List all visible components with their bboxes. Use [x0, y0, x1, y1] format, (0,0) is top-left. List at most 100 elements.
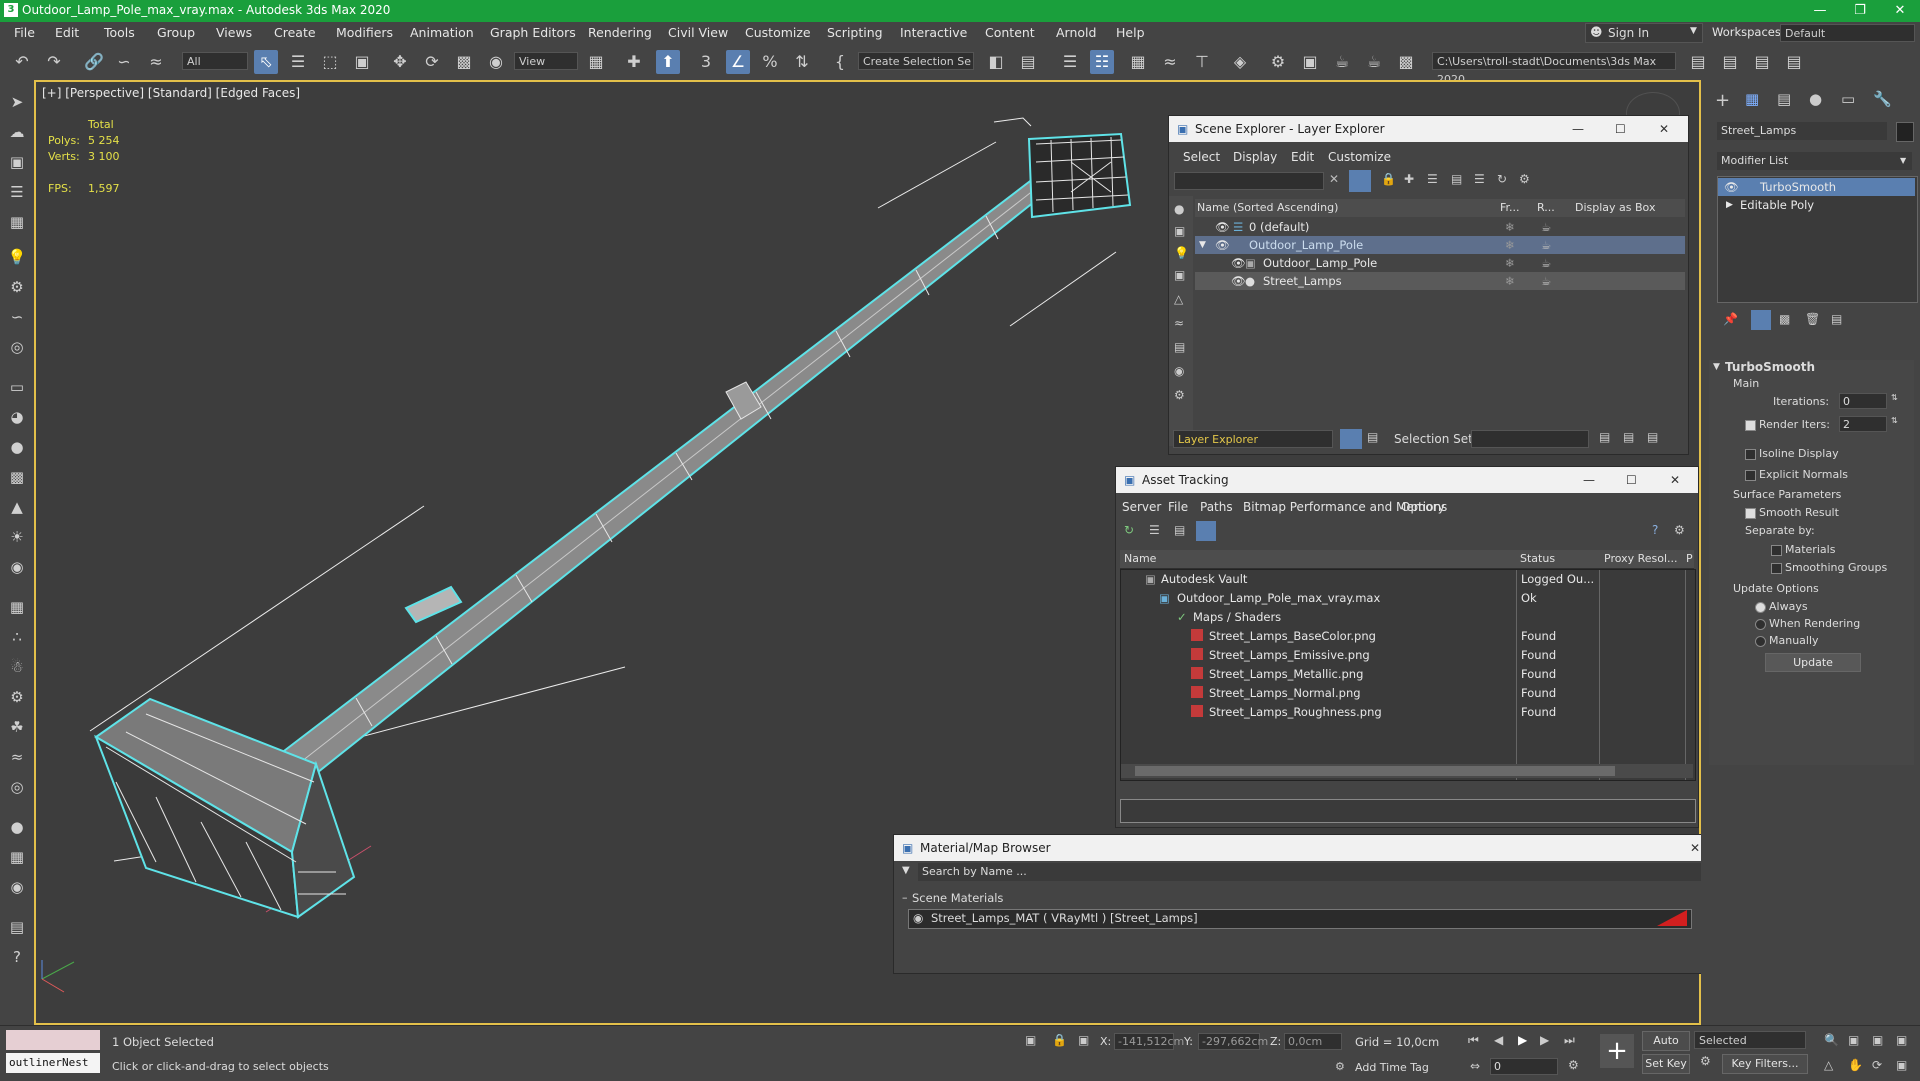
close-icon[interactable]: ✕ [1690, 835, 1700, 861]
visibility-eye-icon[interactable]: 👁 [1215, 218, 1230, 236]
render-setup-icon[interactable]: ⚙ [1266, 50, 1290, 74]
freeze-icon[interactable]: ❄ [1505, 218, 1515, 236]
project-folder-icon[interactable]: ▤ [1686, 50, 1710, 74]
display-spacewarps-icon[interactable]: ≈ [1174, 316, 1184, 330]
select-set-icon[interactable]: ▤ [1599, 430, 1610, 444]
display-helpers-icon[interactable]: △ [1174, 292, 1183, 306]
stack-item-turbosmooth[interactable]: 👁 TurboSmooth [1718, 178, 1915, 196]
select-by-name-icon[interactable]: ☰ [286, 50, 310, 74]
menu-paths[interactable]: Paths [1200, 500, 1233, 514]
menu-content[interactable]: Content [985, 25, 1035, 40]
asset-row[interactable]: ▣ Outdoor_Lamp_Pole_max_vray.max Ok [1121, 589, 1695, 607]
mirror-icon[interactable]: ◧ [984, 50, 1008, 74]
maxscript-listener-field[interactable]: outlinerNest [6, 1053, 100, 1073]
asset-row[interactable]: Street_Lamps_BaseColor.png Found [1121, 627, 1695, 645]
menu-display[interactable]: Display [1233, 150, 1277, 164]
rollout-title[interactable]: TurboSmooth [1725, 360, 1815, 374]
percent-snap-icon[interactable]: % [758, 50, 782, 74]
menu-create[interactable]: Create [274, 25, 316, 40]
table-icon[interactable]: ▦ [5, 210, 29, 234]
project-folder-dropdown[interactable]: C:\Users\troll-stadt\Documents\3ds Max 2… [1432, 52, 1676, 86]
window-crossing-icon[interactable]: ▣ [350, 50, 374, 74]
hierarchy-icon[interactable]: ▤ [1451, 172, 1462, 186]
hair-icon[interactable]: ≈ [5, 745, 29, 769]
freeze-icon[interactable]: ❄ [1505, 236, 1515, 254]
asset-row[interactable]: ▣ Autodesk Vault Logged Ou... [1121, 570, 1695, 588]
asset-row[interactable]: Street_Lamps_Emissive.png Found [1121, 646, 1695, 664]
previous-frame-icon[interactable]: ◀ [1494, 1033, 1503, 1047]
spinner-arrows-icon[interactable]: ⇅ [1891, 416, 1898, 425]
toggle-ribbon-icon[interactable]: ▦ [1126, 50, 1150, 74]
snaps-toggle-icon[interactable]: 3 [694, 50, 718, 74]
minimize-icon[interactable]: — [1800, 0, 1840, 22]
show-end-result-icon[interactable] [1751, 310, 1771, 330]
column-name[interactable]: Name [1124, 552, 1156, 565]
chevron-down-icon[interactable]: ▼ [902, 865, 910, 876]
layers-icon[interactable]: ☰ [5, 180, 29, 204]
script-listener-mini-pink[interactable] [6, 1030, 100, 1050]
expand-arrow-icon[interactable]: ▼ [1199, 236, 1206, 254]
cylinder-icon[interactable]: ▩ [5, 465, 29, 489]
render-sphere-icon[interactable]: ● [5, 815, 29, 839]
goto-start-icon[interactable]: ⏮ [1468, 1033, 1479, 1048]
select-object-icon[interactable]: ⬁ [254, 50, 278, 74]
object-row[interactable]: 👁 ● Street_Lamps ❄ ☕ [1195, 272, 1685, 290]
menu-civil-view[interactable]: Civil View [668, 25, 728, 40]
particles-icon[interactable]: ∴ [5, 625, 29, 649]
cone-icon[interactable]: ▲ [5, 495, 29, 519]
key-selection-dropdown[interactable]: Selected [1694, 1031, 1806, 1049]
when-rendering-radio[interactable] [1755, 617, 1770, 630]
configure-sets-icon[interactable]: ▤ [1831, 312, 1842, 326]
expand-arrow-icon[interactable]: ▶ [1726, 196, 1733, 214]
menu-tools[interactable]: Tools [104, 25, 135, 40]
create-tab-icon[interactable]: + [1715, 90, 1730, 111]
reference-coordinate-dropdown[interactable]: View [514, 52, 578, 70]
torus-icon[interactable]: ◉ [5, 555, 29, 579]
select-manipulate-icon[interactable]: ✚ [622, 50, 646, 74]
menu-options[interactable]: Options [1401, 500, 1447, 514]
align-icon[interactable]: ▤ [1016, 50, 1040, 74]
column-p[interactable]: P [1686, 552, 1693, 565]
maximize-icon[interactable]: ☐ [1615, 116, 1626, 142]
link-icon[interactable]: 🔗 [82, 50, 106, 74]
undo-icon[interactable]: ↶ [10, 50, 34, 74]
render-teapot-icon[interactable]: ☕ [1541, 272, 1551, 290]
edit-named-selection-icon[interactable]: { [828, 50, 852, 74]
column-display-as-box[interactable]: Display as Box [1575, 201, 1655, 214]
zoom-icon[interactable]: 🔍 [1824, 1033, 1839, 1047]
grid-icon[interactable]: ▦ [5, 595, 29, 619]
cloth-icon[interactable]: ◎ [5, 775, 29, 799]
toggle-layer-explorer-icon[interactable]: ☷ [1090, 50, 1114, 74]
scale-icon[interactable]: ▩ [452, 50, 476, 74]
time-tag-icon[interactable]: ⚙ [1335, 1060, 1345, 1073]
spinner-snap-icon[interactable]: ⇅ [790, 50, 814, 74]
hierarchy-tab-icon[interactable]: ▤ [1777, 90, 1791, 108]
x-coord-field[interactable]: -141,512cm [1114, 1033, 1184, 1050]
layer-row[interactable]: 👁 ☰ 0 (default) ❄ ☕ [1195, 218, 1685, 236]
pivot-center-icon[interactable]: ▦ [584, 50, 608, 74]
menu-help[interactable]: Help [1116, 25, 1145, 40]
column-freeze[interactable]: Fr... [1500, 201, 1520, 214]
sync-icon[interactable]: ↻ [1497, 172, 1507, 186]
object-name-field[interactable]: Street_Lamps [1717, 122, 1887, 140]
visibility-eye-icon[interactable]: 👁 [1231, 272, 1246, 290]
display-cameras-icon[interactable]: ▣ [1174, 268, 1185, 282]
iterations-spinner[interactable]: 0 [1839, 393, 1887, 409]
rendered-frame-window-icon[interactable]: ▣ [1298, 50, 1322, 74]
eye-icon[interactable]: 👁 [1724, 178, 1739, 196]
object-row[interactable]: 👁 ▣ Outdoor_Lamp_Pole ❄ ☕ [1195, 254, 1685, 272]
selection-set-dropdown[interactable] [1471, 430, 1589, 448]
minimize-icon[interactable]: — [1583, 467, 1595, 493]
display-tab-icon[interactable]: ▭ [1841, 90, 1855, 108]
scene-converter-icon[interactable]: ▦ [5, 845, 29, 869]
key-mode-icon[interactable]: ⇔ [1470, 1059, 1480, 1073]
section-toggle-icon[interactable]: – [902, 891, 908, 904]
close-icon[interactable]: ✕ [1880, 0, 1920, 22]
schematic-view-icon[interactable]: ⊤ [1190, 50, 1214, 74]
asset-tracking-titlebar[interactable]: ▣ Asset Tracking — ☐ ✕ [1116, 467, 1698, 493]
play-icon[interactable]: ▶ [1518, 1033, 1527, 1047]
light-icon[interactable]: 💡 [5, 245, 29, 269]
restore-icon[interactable]: ❐ [1840, 0, 1880, 22]
menu-views[interactable]: Views [216, 25, 252, 40]
add-time-tag[interactable]: Add Time Tag [1355, 1061, 1429, 1074]
